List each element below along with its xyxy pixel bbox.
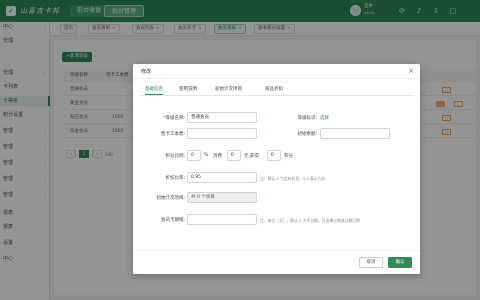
- count-items-field[interactable]: 共 0 个项目: [187, 192, 257, 203]
- valid-period-hint: 注：单位（天），默认 0 为不过期，可选择过期或过期日期: [260, 218, 360, 223]
- points-ratio-label: 积分比例:: [165, 154, 185, 159]
- initial-amount-label: 初始余额:: [297, 132, 317, 137]
- tab-usage-notes[interactable]: 使用说明: [179, 86, 197, 92]
- discount-label: 折扣比率:: [165, 176, 185, 181]
- count-items-label: 初始计次项目:: [156, 196, 185, 201]
- consume-input[interactable]: 0: [227, 150, 241, 161]
- divider: [133, 78, 420, 79]
- consume-unit: 元,获得: [244, 154, 259, 159]
- edit-level-dialog: 修改 × 基础信息 使用说明 初始计次项目 商品折扣 *等级名称: 普通会员 等…: [133, 64, 420, 274]
- get-points-input[interactable]: 0: [267, 150, 281, 161]
- valid-period-label: 会员卡期限:: [160, 218, 185, 223]
- confirm-button[interactable]: 确认: [388, 257, 412, 268]
- consume-label: 消费: [213, 154, 222, 159]
- card-fee-label: 售卡工本费:: [160, 132, 185, 137]
- close-icon[interactable]: ×: [408, 67, 414, 75]
- level-mark-select[interactable]: 选择: [320, 115, 329, 121]
- level-mark-label: 等级标识:: [297, 116, 317, 121]
- discount-hint: 注：默认 1 为没有折扣，0.9 表示九折: [260, 176, 326, 181]
- discount-input[interactable]: 0.95: [187, 172, 257, 183]
- dialog-tabs: 基础信息 使用说明 初始计次项目 商品折扣: [139, 84, 414, 96]
- level-name-label: *等级名称:: [163, 116, 185, 121]
- percent-unit: %: [204, 153, 209, 158]
- tab-basic-info[interactable]: 基础信息: [145, 86, 163, 95]
- card-fee-input[interactable]: [187, 128, 257, 139]
- tab-count-items[interactable]: 初始计次项目: [215, 86, 242, 92]
- tab-product-discount[interactable]: 商品折扣: [265, 86, 283, 92]
- points-word: 积分: [284, 154, 293, 159]
- divider: [133, 250, 420, 251]
- dialog-title: 修改: [141, 69, 152, 75]
- cancel-button[interactable]: 取消: [359, 257, 383, 268]
- initial-amount-input[interactable]: [320, 128, 390, 139]
- points-ratio-input[interactable]: 0: [187, 150, 201, 161]
- level-name-input[interactable]: 普通会员: [187, 112, 257, 123]
- valid-period-input[interactable]: [187, 214, 257, 225]
